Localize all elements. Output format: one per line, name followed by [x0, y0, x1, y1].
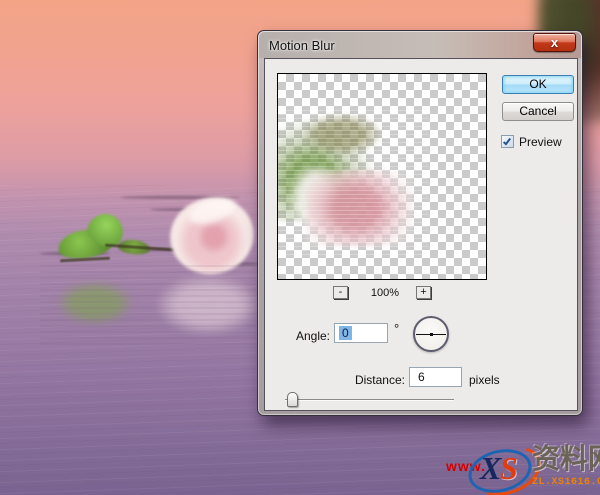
- distance-label: Distance:: [325, 373, 405, 387]
- distance-slider-track[interactable]: [285, 399, 454, 400]
- dialog-title: Motion Blur: [269, 38, 335, 53]
- photoshop-canvas: www. X S 资料网 ZL.XS1616.COM Motion Blur x…: [0, 0, 600, 495]
- dialog-content: OK Cancel Preview - 100% + Angle: 0 ° Di…: [264, 58, 578, 411]
- angle-dial-center-icon: [430, 333, 433, 336]
- distance-slider-thumb[interactable]: [287, 392, 298, 407]
- zoom-in-button[interactable]: +: [416, 286, 431, 299]
- angle-label: Angle:: [265, 329, 330, 343]
- watermark-logo-s: S: [500, 452, 518, 484]
- angle-unit: °: [394, 321, 399, 336]
- checkmark-icon: [503, 137, 511, 146]
- zoom-level: 100%: [360, 287, 410, 299]
- close-icon: x: [534, 35, 575, 51]
- reflection-streaks: [40, 265, 280, 345]
- motion-blur-dialog: Motion Blur x OK Cancel Preview -: [257, 30, 583, 416]
- preview-checkbox[interactable]: [501, 135, 514, 148]
- preview-checkbox-label: Preview: [519, 135, 562, 149]
- angle-value: 0: [339, 326, 352, 340]
- angle-dial[interactable]: [413, 316, 449, 352]
- cancel-button[interactable]: Cancel: [502, 102, 574, 121]
- filter-preview[interactable]: [277, 73, 487, 280]
- preview-motion-streaks: [278, 110, 428, 255]
- watermark-site-url: ZL.XS1616.COM: [532, 477, 600, 488]
- distance-unit: pixels: [469, 373, 500, 387]
- distance-value: 6: [418, 370, 425, 384]
- close-button[interactable]: x: [533, 33, 576, 52]
- watermark-site-name: 资料网: [532, 444, 600, 475]
- angle-input[interactable]: 0: [334, 323, 388, 343]
- distance-input[interactable]: 6: [409, 367, 462, 387]
- watermark: www. X S 资料网 ZL.XS1616.COM: [444, 444, 600, 495]
- zoom-out-button[interactable]: -: [333, 286, 348, 299]
- watermark-logo-x: X: [480, 452, 501, 484]
- ok-button[interactable]: OK: [502, 75, 574, 94]
- dialog-titlebar[interactable]: Motion Blur x: [259, 32, 581, 58]
